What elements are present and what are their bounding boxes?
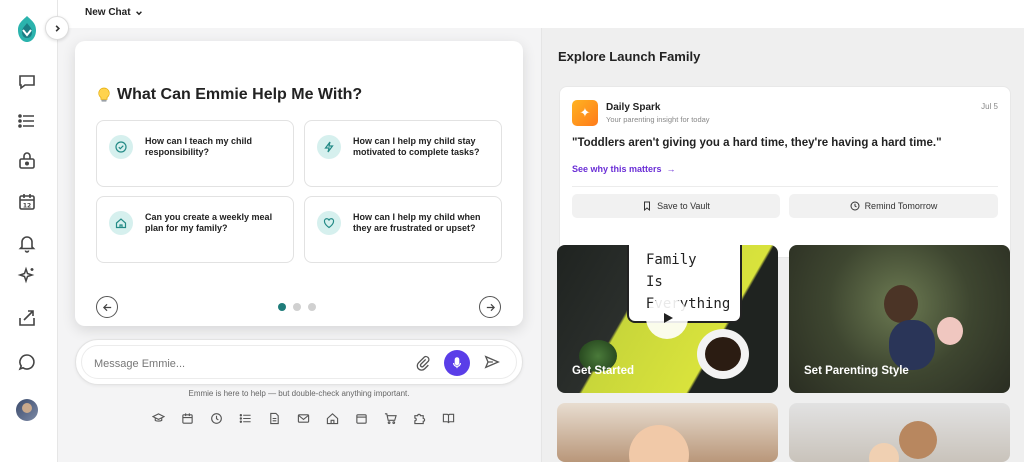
calendar-icon[interactable] xyxy=(180,411,194,425)
family-photo xyxy=(899,421,937,459)
get-started-tile[interactable]: Family Is Everything Get Started xyxy=(557,245,778,393)
explore-title: Explore Launch Family xyxy=(558,49,701,64)
see-why-link[interactable]: See why this matters → xyxy=(572,164,676,174)
calendar-alt-icon[interactable] xyxy=(354,411,368,425)
suggestion-card-2[interactable]: How can I help my child stay motivated t… xyxy=(304,120,502,187)
tool-row xyxy=(151,411,455,425)
parent-body-photo xyxy=(889,320,935,370)
suggestion-card-4[interactable]: How can I help my child when they are fr… xyxy=(304,196,502,263)
disclaimer-text: Emmie is here to help — but double-check… xyxy=(188,389,410,398)
sidebar-toggle-button[interactable] xyxy=(45,16,69,40)
help-suggestions-card: What Can Emmie Help Me With? How can I t… xyxy=(75,41,523,326)
daily-spark-date: Jul 5 xyxy=(981,102,998,111)
graduation-cap-icon[interactable] xyxy=(151,411,165,425)
help-title-text: What Can Emmie Help Me With? xyxy=(117,86,363,103)
clock-icon[interactable] xyxy=(209,411,223,425)
suggestion-text: How can I teach my child responsibility? xyxy=(145,136,253,157)
arrow-left-icon xyxy=(102,303,111,311)
check-circle-icon xyxy=(109,135,133,159)
mail-icon[interactable] xyxy=(296,411,310,425)
content-tile-3[interactable] xyxy=(557,403,778,462)
child-photo xyxy=(937,317,963,345)
previous-button[interactable] xyxy=(96,296,118,318)
microphone-button[interactable] xyxy=(444,350,470,376)
play-icon xyxy=(664,313,673,323)
pagination-dot-1[interactable] xyxy=(278,303,286,311)
send-icon[interactable] xyxy=(484,354,502,372)
sparkle-icon: ✦ xyxy=(572,100,598,126)
chevron-right-icon xyxy=(55,24,60,32)
list-icon[interactable] xyxy=(238,411,252,425)
arrow-right-icon xyxy=(486,303,495,311)
bookmark-icon xyxy=(644,201,651,211)
help-title: What Can Emmie Help Me With? xyxy=(97,86,362,104)
new-chat-label: New Chat xyxy=(85,7,131,18)
daily-spark-name: Daily Spark xyxy=(606,102,661,113)
document-icon[interactable] xyxy=(267,411,281,425)
explore-panel: Explore Launch Family ✦ Daily Spark Your… xyxy=(541,28,1024,462)
chat-bubble-icon[interactable] xyxy=(15,70,39,94)
launch-family-logo-icon[interactable] xyxy=(14,14,40,44)
home-icon xyxy=(109,211,133,235)
remind-tomorrow-button[interactable]: Remind Tomorrow xyxy=(789,194,998,218)
calendar-icon[interactable]: 12 xyxy=(15,190,39,214)
suggestion-card-1[interactable]: How can I teach my child responsibility? xyxy=(96,120,294,187)
tile-label: Get Started xyxy=(572,365,634,377)
parent-photo xyxy=(884,285,918,323)
lock-briefcase-icon[interactable] xyxy=(15,149,39,173)
heart-icon xyxy=(317,211,341,235)
sidebar: 12 xyxy=(0,0,58,462)
play-button[interactable] xyxy=(646,297,688,339)
microphone-icon xyxy=(452,357,462,369)
paperclip-icon[interactable] xyxy=(415,355,433,373)
family-photo xyxy=(869,443,899,462)
daily-spark-card: ✦ Daily Spark Your parenting insight for… xyxy=(559,86,1011,258)
message-input[interactable] xyxy=(94,354,394,374)
tile-label: Set Parenting Style xyxy=(804,365,909,377)
share-icon[interactable] xyxy=(15,306,39,330)
chat-main: What Can Emmie Help Me With? How can I t… xyxy=(58,28,540,462)
coffee-mug-image xyxy=(697,329,749,379)
lightbulb-icon xyxy=(98,87,110,102)
daily-spark-subtitle: Your parenting insight for today xyxy=(606,115,710,124)
svg-text:12: 12 xyxy=(23,203,31,210)
message-circle-icon[interactable] xyxy=(15,350,39,374)
save-to-vault-button[interactable]: Save to Vault xyxy=(572,194,780,218)
suggestion-card-3[interactable]: Can you create a weekly meal plan for my… xyxy=(96,196,294,263)
message-composer xyxy=(75,339,523,385)
daily-spark-quote: "Toddlers aren't giving you a hard time,… xyxy=(572,137,942,149)
new-chat-dropdown[interactable]: New Chat xyxy=(85,7,143,18)
pagination-dot-3[interactable] xyxy=(308,303,316,311)
set-parenting-style-tile[interactable]: Set Parenting Style xyxy=(789,245,1010,393)
cart-icon[interactable] xyxy=(383,411,397,425)
puzzle-icon[interactable] xyxy=(412,411,426,425)
bell-icon[interactable] xyxy=(15,231,39,255)
child-photo xyxy=(629,425,689,462)
top-bar: New Chat xyxy=(58,0,1024,28)
home-icon[interactable] xyxy=(325,411,339,425)
suggestion-text: Can you create a weekly meal plan for my… xyxy=(145,212,273,233)
pagination-dot-2[interactable] xyxy=(293,303,301,311)
avatar[interactable] xyxy=(16,399,38,421)
composer-inner xyxy=(81,345,517,379)
suggestion-text: How can I help my child stay motivated t… xyxy=(353,136,480,157)
lightning-icon xyxy=(317,135,341,159)
save-to-vault-label: Save to Vault xyxy=(657,201,710,211)
see-why-label: See why this matters xyxy=(572,164,662,174)
suggestion-text: How can I help my child when they are fr… xyxy=(353,212,481,233)
arrow-right-icon: → xyxy=(666,164,676,174)
list-icon[interactable] xyxy=(15,109,39,133)
content-tile-4[interactable] xyxy=(789,403,1010,462)
remind-tomorrow-label: Remind Tomorrow xyxy=(864,201,938,211)
divider xyxy=(572,186,998,187)
book-icon[interactable] xyxy=(441,411,455,425)
clock-icon xyxy=(850,201,860,211)
pagination-dots xyxy=(278,303,316,311)
next-button[interactable] xyxy=(479,296,501,318)
chevron-down-icon xyxy=(135,10,142,15)
sparkle-icon[interactable] xyxy=(15,264,39,288)
